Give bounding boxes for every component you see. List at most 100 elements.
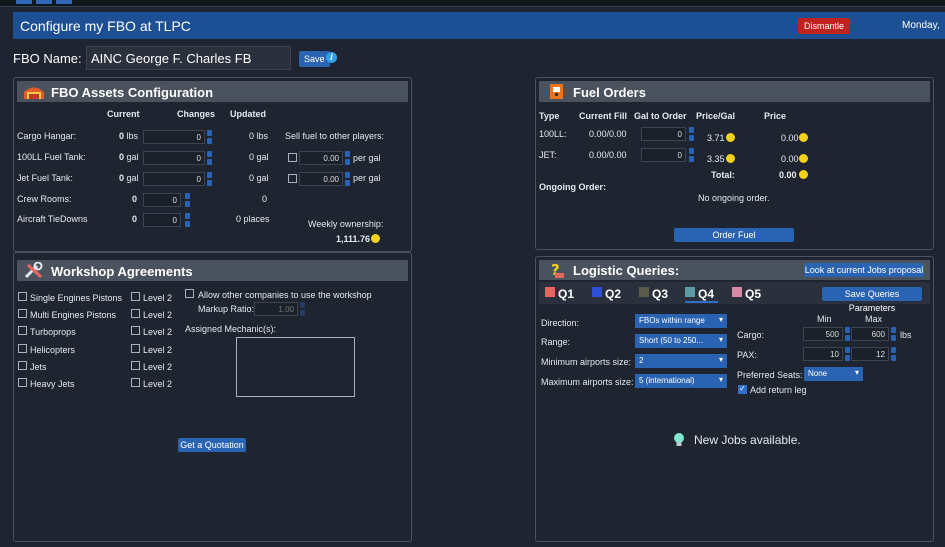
cargo-label: Cargo:: [737, 330, 765, 340]
order-fuel-button[interactable]: Order Fuel: [674, 228, 794, 242]
date-label: Monday,: [902, 20, 940, 31]
pax-label: PAX:: [737, 350, 757, 360]
hangar-icon: [24, 87, 44, 99]
window-tab[interactable]: [36, 0, 52, 4]
tab-q1[interactable]: Q1: [558, 287, 574, 301]
col-type: Type: [539, 111, 560, 121]
tab-q5[interactable]: Q5: [745, 287, 761, 301]
markup-input[interactable]: 1.00: [254, 302, 298, 316]
sell-jet-checkbox[interactable]: [288, 174, 297, 183]
fuel-total: 0.00: [781, 133, 799, 143]
workshop-item: Helicopters: [30, 345, 76, 355]
min-size-label: Minimum airports size:: [541, 357, 632, 367]
stepper-arrows[interactable]: [845, 327, 850, 341]
max-header: Max: [865, 314, 883, 324]
stepper-arrows[interactable]: [689, 127, 694, 141]
asset-current: 0 gal: [119, 173, 139, 183]
asset-label: Cargo Hangar:: [17, 131, 77, 141]
stepper-arrows[interactable]: [185, 193, 190, 207]
seats-select[interactable]: None: [804, 367, 863, 381]
tab-q4[interactable]: Q4: [698, 287, 714, 301]
asset-label: Crew Rooms:: [17, 194, 72, 204]
workshop-checkbox[interactable]: [18, 378, 27, 387]
return-leg-checkbox[interactable]: [738, 384, 747, 394]
sell-100ll-checkbox[interactable]: [288, 153, 297, 162]
dismantle-button[interactable]: Dismantle: [798, 18, 851, 34]
save-queries-button[interactable]: Save Queries Parameters: [822, 287, 922, 313]
fuel-gal-input[interactable]: 0: [641, 148, 686, 162]
range-select[interactable]: Short (50 to 250...: [635, 334, 727, 348]
col-gal-to-order: Gal to Order: [634, 111, 687, 121]
workshop-checkbox[interactable]: [18, 344, 27, 353]
stepper-arrows[interactable]: [689, 148, 694, 162]
asset-change-input[interactable]: 0: [143, 193, 181, 207]
new-jobs-message: New Jobs available.: [694, 433, 801, 447]
fbo-name-input[interactable]: AINC George F. Charles FB: [86, 46, 291, 70]
pax-max-input[interactable]: 12: [851, 347, 889, 361]
workshop-header: Workshop Agreements: [17, 260, 408, 281]
allow-others-checkbox[interactable]: [185, 289, 194, 298]
stepper-arrows[interactable]: [300, 302, 305, 316]
level-label: Level 2: [143, 379, 173, 389]
coin-icon: [726, 154, 735, 163]
tab-q3[interactable]: Q3: [652, 287, 668, 301]
workshop-item: Single Engines Pistons: [30, 293, 123, 303]
sell-100ll-input[interactable]: 0.00: [299, 151, 343, 165]
col-price: Price: [764, 111, 787, 121]
level-checkbox[interactable]: [131, 378, 140, 387]
info-icon[interactable]: i: [326, 52, 337, 63]
max-size-select[interactable]: 5 (international): [635, 374, 727, 388]
asset-change-input[interactable]: 0: [143, 130, 205, 144]
mechanics-label: Assigned Mechanic(s):: [185, 324, 277, 334]
direction-select[interactable]: FBOs within range: [635, 314, 727, 328]
level-checkbox[interactable]: [131, 309, 140, 318]
mechanics-list[interactable]: [236, 337, 355, 397]
window-tab[interactable]: [16, 0, 32, 4]
per-gal-label: per gal: [353, 173, 381, 183]
workshop-checkbox[interactable]: [18, 309, 27, 318]
stepper-arrows[interactable]: [891, 327, 896, 341]
tab-q2[interactable]: Q2: [605, 287, 621, 301]
stepper-arrows[interactable]: [345, 151, 350, 165]
asset-change-input[interactable]: 0: [143, 151, 205, 165]
stepper-arrows[interactable]: [891, 347, 896, 361]
stepper-arrows[interactable]: [207, 172, 212, 186]
cargo-max-input[interactable]: 600: [851, 327, 889, 341]
return-leg-label: Add return leg: [750, 385, 807, 395]
stepper-arrows[interactable]: [185, 213, 190, 227]
ongoing-label: Ongoing Order:: [539, 182, 606, 192]
stepper-arrows[interactable]: [845, 347, 850, 361]
asset-change-input[interactable]: 0: [143, 172, 205, 186]
stepper-arrows[interactable]: [207, 130, 212, 144]
allow-others-label: Allow other companies to use the worksho…: [198, 290, 372, 300]
min-size-select[interactable]: 2: [635, 354, 727, 368]
asset-change-input[interactable]: 0: [143, 213, 181, 227]
level-checkbox[interactable]: [131, 361, 140, 370]
max-size-label: Maximum airports size:: [541, 377, 634, 387]
assets-title: FBO Assets Configuration: [51, 85, 214, 100]
coin-icon: [726, 133, 735, 142]
look-jobs-button[interactable]: Look at current Jobs proposal: [804, 263, 924, 277]
workshop-checkbox[interactable]: [18, 326, 27, 335]
fuel-gal-input[interactable]: 0: [641, 127, 686, 141]
stepper-arrows[interactable]: [345, 172, 350, 186]
workshop-checkbox[interactable]: [18, 292, 27, 301]
level-checkbox[interactable]: [131, 344, 140, 353]
range-label: Range:: [541, 337, 571, 347]
markup-label: Markup Ratio:: [198, 304, 255, 314]
level-checkbox[interactable]: [131, 292, 140, 301]
sell-jet-input[interactable]: 0.00: [299, 172, 343, 186]
level-label: Level 2: [143, 362, 173, 372]
window-tab[interactable]: [56, 0, 72, 4]
pax-min-input[interactable]: 10: [803, 347, 843, 361]
save-name-button[interactable]: Save: [299, 51, 330, 67]
cargo-min-input[interactable]: 500: [803, 327, 843, 341]
workshop-checkbox[interactable]: [18, 361, 27, 370]
get-quotation-button[interactable]: Get a Quotation: [178, 438, 246, 452]
weekly-ownership-label: Weekly ownership:: [308, 219, 384, 229]
asset-updated: 0: [262, 194, 268, 204]
workshop-item: Turboprops: [30, 327, 76, 337]
weekly-ownership-value: 1,111.76: [336, 234, 371, 244]
level-checkbox[interactable]: [131, 326, 140, 335]
stepper-arrows[interactable]: [207, 151, 212, 165]
